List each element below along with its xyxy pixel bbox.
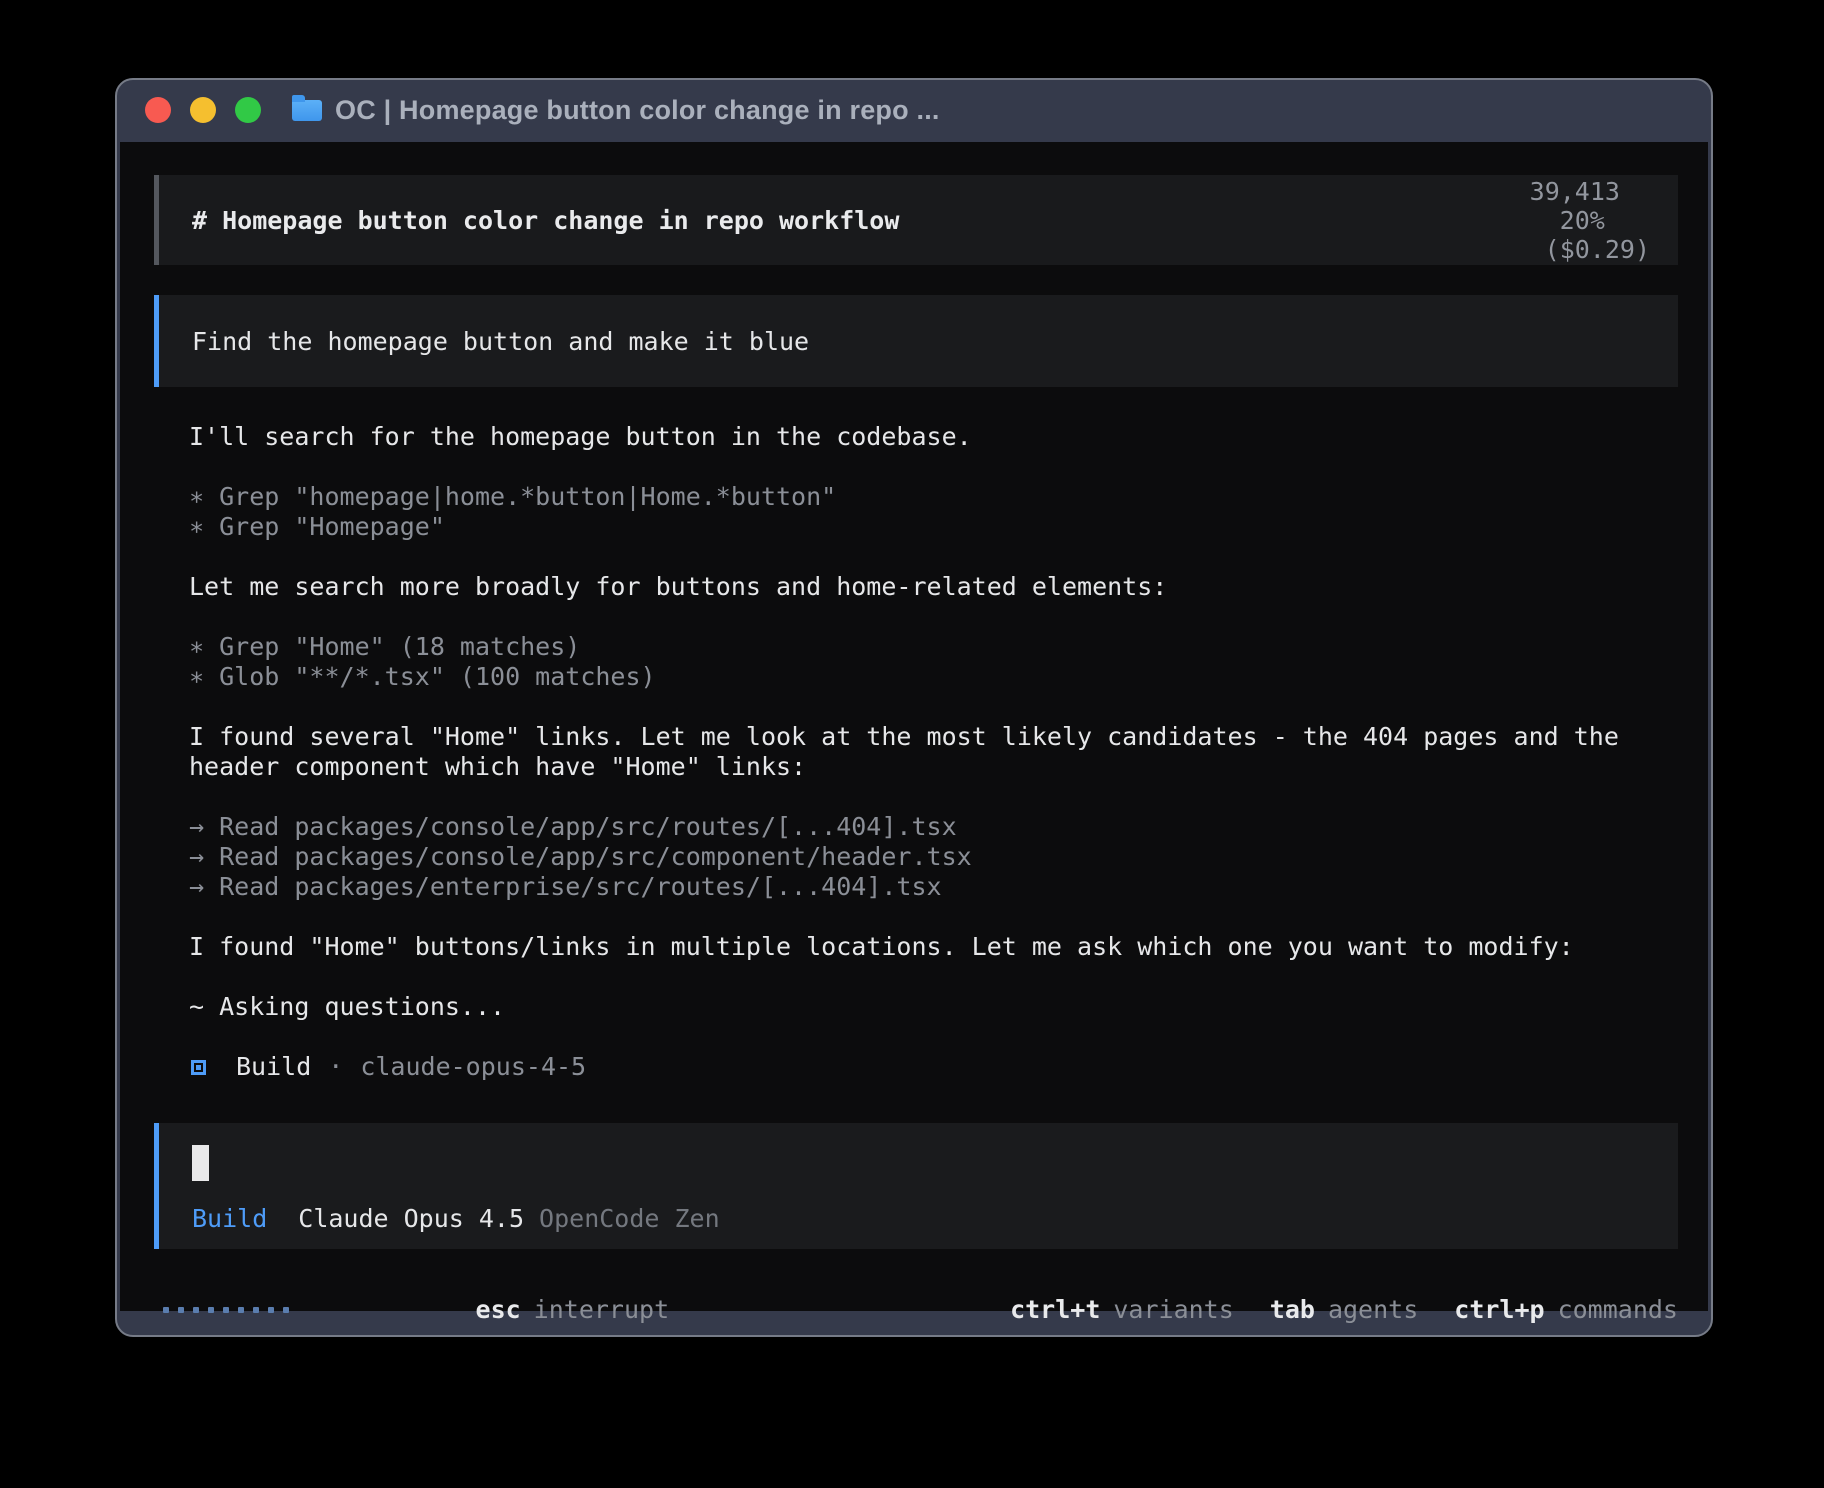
spinner-dot [283, 1307, 289, 1313]
spinner [163, 1307, 289, 1313]
user-message: Find the homepage button and make it blu… [154, 295, 1678, 387]
model-name[interactable]: Claude Opus 4.5 [298, 1204, 524, 1233]
spinner-dot [238, 1307, 244, 1313]
agent-mode-label[interactable]: Build [192, 1204, 267, 1233]
conversation: I'll search for the homepage button in t… [154, 422, 1678, 1082]
blank-line [189, 962, 1678, 992]
tool-call-line: ∗ Grep "Homepage" [189, 512, 1678, 542]
prompt-input[interactable]: Build Claude Opus 4.5 OpenCode Zen [154, 1123, 1678, 1249]
keyhint-interrupt: esc interrupt [325, 1265, 669, 1337]
assistant-text-line: ~ Asking questions... [189, 992, 1678, 1022]
label-commands: commands [1558, 1295, 1678, 1324]
key-ctrl+t: ctrl+t [1010, 1295, 1100, 1324]
tool-call-line: → Read packages/console/app/src/routes/[… [189, 812, 1678, 842]
tool-call-line: ∗ Glob "**/*.tsx" (100 matches) [189, 662, 1678, 692]
session-cost: ($0.29) [1545, 235, 1650, 264]
keyhint-agents: tab agents [1270, 1295, 1418, 1325]
token-count: 39,413 [1530, 177, 1620, 206]
spinner-dot [253, 1307, 259, 1313]
session-stats: 39,413 20% ($0.29) [1409, 148, 1650, 293]
blank-line [189, 452, 1678, 482]
keyhint-variants: ctrl+t variants [1010, 1295, 1234, 1325]
assistant-text-line: I'll search for the homepage button in t… [189, 422, 1678, 452]
model-row: Build Claude Opus 4.5 OpenCode Zen [192, 1204, 1650, 1233]
minimize-button[interactable] [190, 97, 216, 123]
status-left: esc interrupt [163, 1265, 669, 1337]
keyhint-commands: ctrl+p commands [1454, 1295, 1678, 1325]
agent-status-line: Build · claude-opus-4-5 [189, 1052, 1678, 1082]
tool-call-line: → Read packages/console/app/src/componen… [189, 842, 1678, 872]
agent-name: Build [236, 1052, 311, 1082]
close-button[interactable] [145, 97, 171, 123]
label-interrupt: interrupt [534, 1295, 669, 1324]
zoom-button[interactable] [235, 97, 261, 123]
label-variants: variants [1113, 1295, 1233, 1324]
terminal-window: OC | Homepage button color change in rep… [115, 78, 1713, 1337]
text-cursor [192, 1145, 209, 1181]
provider-name: OpenCode Zen [539, 1204, 720, 1233]
blank-line [189, 902, 1678, 932]
folder-icon [292, 100, 322, 121]
traffic-lights [145, 97, 261, 123]
status-right: ctrl+t variants tab agents ctrl+p commands [1010, 1295, 1678, 1325]
blank-line [189, 692, 1678, 722]
assistant-text-line: I found several "Home" links. Let me loo… [189, 722, 1678, 752]
status-bar: escinterrupt ctrl+tvariantstabagentsctrl… [154, 1265, 1678, 1337]
blank-line [189, 782, 1678, 812]
terminal-content: # Homepage button color change in repo w… [120, 142, 1708, 1311]
assistant-text-line: I found "Home" buttons/links in multiple… [189, 932, 1678, 962]
context-percent: 20% [1560, 206, 1605, 235]
agent-model: claude-opus-4-5 [360, 1052, 586, 1082]
tool-call-line: ∗ Grep "Home" (18 matches) [189, 632, 1678, 662]
key-ctrl+p: ctrl+p [1454, 1295, 1544, 1324]
spinner-dot [208, 1307, 214, 1313]
label-agents: agents [1328, 1295, 1418, 1324]
spinner-dot [163, 1307, 169, 1313]
tool-call-line: → Read packages/enterprise/src/routes/[.… [189, 872, 1678, 902]
tool-call-line: ∗ Grep "homepage|home.*button|Home.*butt… [189, 482, 1678, 512]
separator-dot: · [328, 1052, 343, 1082]
titlebar[interactable]: OC | Homepage button color change in rep… [117, 80, 1711, 140]
spinner-dot [178, 1307, 184, 1313]
user-message-text: Find the homepage button and make it blu… [192, 327, 809, 356]
spinner-dot [193, 1307, 199, 1313]
spinner-dot [223, 1307, 229, 1313]
key-tab: tab [1270, 1295, 1315, 1324]
session-title: # Homepage button color change in repo w… [192, 206, 899, 235]
session-header: # Homepage button color change in repo w… [154, 175, 1678, 265]
build-agent-icon [191, 1060, 206, 1075]
window-title: OC | Homepage button color change in rep… [335, 95, 940, 126]
assistant-text-line: Let me search more broadly for buttons a… [189, 572, 1678, 602]
blank-line [189, 542, 1678, 572]
blank-line [189, 1022, 1678, 1052]
key-esc: esc [476, 1295, 521, 1324]
spinner-dot [268, 1307, 274, 1313]
assistant-text-line: header component which have "Home" links… [189, 752, 1678, 782]
blank-line [189, 602, 1678, 632]
